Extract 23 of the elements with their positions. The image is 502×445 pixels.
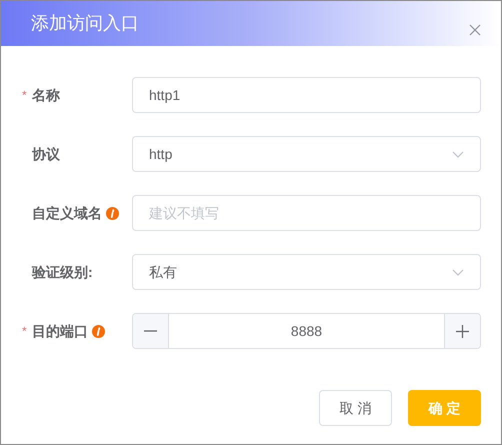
field-label: 协议 [32, 144, 60, 164]
field-label: 目的端口 [32, 322, 88, 340]
required-mark: * [22, 324, 27, 338]
field-label: 自定义域名 [32, 204, 102, 222]
minus-icon [144, 330, 157, 332]
select-value: http [149, 144, 172, 164]
select-field[interactable]: 私有 [132, 254, 481, 290]
cancel-button[interactable]: 取 消 [319, 390, 392, 426]
select-value: 私有 [149, 262, 177, 282]
number-value: 8888 [290, 322, 324, 340]
close-icon[interactable] [469, 24, 481, 36]
number-stepper[interactable]: 8888 [132, 313, 481, 349]
field-label: 名称 [32, 86, 60, 104]
increment-button[interactable] [444, 314, 480, 348]
dialog-title: 添加访问入口 [31, 12, 139, 35]
required-mark: * [22, 88, 27, 102]
select-field[interactable]: http [132, 136, 481, 172]
field-label: 验证级别: [32, 262, 93, 282]
text-field[interactable]: 建议不填写 [132, 195, 481, 231]
plus-icon [456, 324, 469, 338]
chevron-down-icon [452, 150, 464, 158]
text-field[interactable]: http1 [132, 77, 481, 113]
chevron-down-icon [452, 268, 464, 276]
